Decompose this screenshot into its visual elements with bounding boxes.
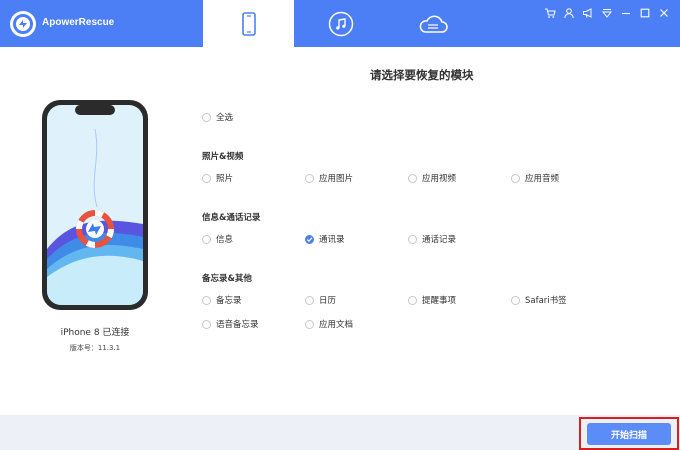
radio-icon[interactable] bbox=[202, 112, 211, 122]
tab-icloud[interactable] bbox=[387, 0, 478, 47]
option-app-audio[interactable]: 应用音频 bbox=[511, 172, 559, 184]
music-icon bbox=[328, 11, 353, 36]
start-scan-button[interactable]: 开始扫描 bbox=[587, 423, 671, 445]
option-app-documents[interactable]: 应用文档 bbox=[305, 318, 353, 330]
option-notes[interactable]: 备忘录 bbox=[202, 294, 242, 306]
option-photos[interactable]: 照片 bbox=[202, 172, 233, 184]
maximize-icon[interactable] bbox=[638, 6, 651, 19]
tab-device[interactable] bbox=[203, 0, 294, 47]
option-call-history[interactable]: 通话记录 bbox=[408, 233, 456, 245]
device-version: 版本号：11.3.1 bbox=[69, 344, 121, 352]
tab-itunes[interactable] bbox=[295, 0, 386, 47]
cloud-icon bbox=[419, 15, 448, 33]
checked-radio-icon[interactable] bbox=[305, 234, 314, 244]
radio-icon[interactable] bbox=[511, 173, 520, 183]
radio-icon[interactable] bbox=[202, 319, 211, 329]
user-icon[interactable] bbox=[562, 6, 575, 19]
radio-icon[interactable] bbox=[305, 319, 314, 329]
radio-icon[interactable] bbox=[202, 234, 211, 244]
phone-illustration bbox=[41, 99, 149, 315]
option-voice-memos[interactable]: 语音备忘录 bbox=[202, 318, 259, 330]
radio-icon[interactable] bbox=[408, 295, 417, 305]
close-icon[interactable] bbox=[657, 6, 670, 19]
footer-bar bbox=[0, 415, 680, 450]
module-panel: 请选择要恢复的模块 全选 照片&视频 照片 应用图片 应用视频 应用音频 信息&… bbox=[190, 47, 680, 415]
option-reminders[interactable]: 提醒事项 bbox=[408, 294, 456, 306]
minimize-icon[interactable] bbox=[619, 6, 632, 19]
option-messages[interactable]: 信息 bbox=[202, 233, 233, 245]
section-title-notes: 备忘录&其他 bbox=[202, 274, 252, 284]
phone-icon bbox=[241, 11, 256, 36]
radio-icon[interactable] bbox=[305, 173, 314, 183]
section-title-photos: 照片&视频 bbox=[202, 152, 244, 162]
cart-icon[interactable] bbox=[543, 6, 556, 19]
radio-icon[interactable] bbox=[408, 173, 417, 183]
radio-icon[interactable] bbox=[305, 295, 314, 305]
option-app-videos[interactable]: 应用视频 bbox=[408, 172, 456, 184]
option-contacts[interactable]: 通讯录 bbox=[305, 233, 345, 245]
device-name: iPhone 8 已连接 bbox=[60, 328, 130, 338]
dropdown-icon[interactable] bbox=[600, 6, 613, 19]
device-panel: iPhone 8 已连接 版本号：11.3.1 bbox=[0, 47, 190, 415]
option-calendar[interactable]: 日历 bbox=[305, 294, 336, 306]
radio-icon[interactable] bbox=[511, 295, 520, 305]
option-app-photos[interactable]: 应用图片 bbox=[305, 172, 353, 184]
section-title-messages: 信息&通话记录 bbox=[202, 213, 261, 223]
radio-icon[interactable] bbox=[202, 173, 211, 183]
radio-icon[interactable] bbox=[408, 234, 417, 244]
megaphone-icon[interactable] bbox=[581, 6, 594, 19]
app-logo-icon bbox=[10, 11, 36, 37]
top-bar: ApowerRescue bbox=[0, 0, 680, 47]
option-select-all[interactable]: 全选 bbox=[202, 111, 233, 123]
page-title: 请选择要恢复的模块 bbox=[370, 68, 474, 82]
option-safari-bookmarks[interactable]: Safari书签 bbox=[511, 294, 567, 306]
radio-icon[interactable] bbox=[202, 295, 211, 305]
app-name: ApowerRescue bbox=[42, 17, 115, 28]
window-controls bbox=[543, 6, 670, 19]
